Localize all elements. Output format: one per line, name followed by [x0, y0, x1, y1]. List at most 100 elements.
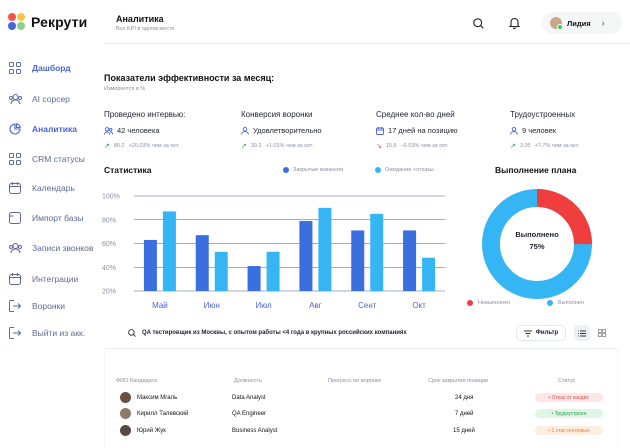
x-tick-label: Сент [358, 301, 377, 310]
bar [299, 220, 313, 291]
legend-item: Ожидание +отказы [375, 167, 434, 173]
sidebar-item-calls[interactable]: Записи звонков [8, 238, 104, 258]
bar [351, 230, 365, 291]
kpi-trend-value: 3.05 [519, 143, 531, 149]
sidebar-item-label: Интеграции [32, 274, 79, 284]
sidebar-item-import[interactable]: Импорт базы [8, 208, 104, 228]
search-button[interactable] [467, 12, 489, 34]
plan-title: Выполнение плана [495, 165, 577, 175]
logo-icon [8, 13, 25, 30]
y-tick-label: 60% [102, 241, 116, 248]
list-view-button[interactable] [574, 325, 590, 341]
sidebar-item-dashboard[interactable]: Дашборд [8, 58, 104, 78]
calendar-icon [8, 181, 22, 195]
stats-title: Статистика [104, 165, 152, 175]
kpi-trend-value: 15.5 [385, 143, 397, 149]
table-header-progress: Прогресс по воронке [328, 378, 382, 384]
x-tick-label: Июл [255, 301, 272, 310]
plan-legend-item: Выполнен [547, 300, 584, 306]
y-tick-label: 20% [102, 289, 116, 296]
kpi-trend-value: 80.2 [113, 143, 125, 149]
sidebar-item-label: CRM статусы [32, 154, 85, 164]
bar [422, 257, 436, 291]
sidebar-item-label: Записи звонков [32, 243, 94, 253]
status-badge: • Трудоустроен [535, 409, 603, 418]
grid-icon [8, 152, 22, 166]
legend-dot [375, 167, 381, 173]
pie-chart-icon [8, 122, 22, 136]
sidebar-item-ai-sourcer[interactable]: AI сорсер [8, 89, 104, 109]
candidate-name[interactable]: Максим Мгаль [137, 395, 177, 401]
candidate-deadline: 15 дней [453, 428, 475, 434]
bar [214, 251, 228, 291]
user-icon [241, 126, 249, 135]
legend-label: Ожидание +отказы [385, 167, 434, 173]
sidebar-item-label: Воронки [32, 301, 66, 311]
calendar-icon [8, 272, 22, 286]
kpi-trend-text: +7.7% чем за окт. [534, 143, 580, 149]
avatar [120, 425, 131, 436]
bar [162, 211, 176, 291]
user-name: Лидия [567, 18, 591, 28]
sidebar-item-label: Аналитика [32, 124, 77, 134]
candidate-name[interactable]: Кирилл Талевский [137, 411, 188, 417]
legend-label: Невыполнен [478, 300, 511, 306]
folder-icon [8, 211, 22, 225]
kpi-value: 17 дней на позицию [388, 126, 458, 135]
notifications-button[interactable] [503, 12, 525, 34]
header: Аналитика Все KPI в одном месте Лидия › [104, 0, 630, 44]
kpi-card: Трудоустроенных 9 человек ↗ 3.05 +7.7% ч… [510, 110, 620, 150]
x-tick-label: Окт [412, 301, 426, 310]
users-icon [104, 126, 113, 135]
candidate-position: QA Engineer [232, 411, 267, 417]
bar [195, 235, 209, 291]
kpi-name: Конверсия воронки [241, 110, 313, 119]
status-badge: • 1 этап интервью [535, 426, 603, 435]
x-tick-label: Авг [309, 301, 322, 310]
user-menu[interactable]: Лидия › [542, 12, 622, 34]
plan-legend-item: Невыполнен [467, 300, 510, 306]
kpi-name: Среднее кол-во дней [376, 110, 455, 119]
bar [247, 266, 261, 291]
y-tick-label: 40% [102, 265, 116, 272]
sidebar-item-label: AI сорсер [32, 94, 70, 104]
kpi-trend-text: +1.01% чем за окт. [265, 143, 314, 149]
table-header-name: ФИО Кандидата [116, 378, 158, 384]
filter-button[interactable]: Фильтр [516, 325, 566, 341]
bar [370, 213, 384, 291]
sidebar-item-label: Дашборд [32, 63, 71, 73]
sidebar-item-integrations[interactable]: Интеграции [8, 269, 104, 289]
sidebar-item-analytics[interactable]: Аналитика [8, 119, 104, 139]
kpi-name: Трудоустроенных [510, 110, 576, 119]
bar [266, 251, 280, 291]
grid-view-button[interactable] [594, 325, 610, 341]
sidebar-item-funnels[interactable]: Воронки [8, 296, 104, 316]
legend-dot [547, 300, 553, 306]
sidebar-item-crm[interactable]: CRM статусы [8, 149, 104, 169]
search-icon [472, 17, 484, 29]
filter-icon [523, 330, 532, 336]
arrow-down-icon: ↘ [376, 143, 382, 150]
kpi-title: Показатели эффективности за месяц: [104, 73, 275, 83]
candidate-position: Business Analyst [232, 428, 278, 434]
sidebar-item-calendar[interactable]: Календарь [8, 178, 104, 198]
kpi-card: Проведено интервью: 42 человека ↗ 80.2 +… [104, 110, 234, 150]
logo-text: Рекрути [31, 13, 88, 30]
user-icon [510, 126, 518, 135]
kpi-value: 42 человека [117, 126, 160, 135]
users-icon [8, 241, 22, 255]
sidebar-item-label: Импорт базы [32, 213, 84, 223]
page-subtitle: Все KPI в одном месте [116, 26, 175, 32]
logo[interactable]: Рекрути [8, 13, 87, 30]
y-tick-label: 80% [102, 217, 116, 224]
sidebar-item-logout[interactable]: Выйти из акк. [8, 323, 104, 343]
table-header-deadline: Срок закрытия позиции [428, 378, 488, 384]
grid-icon [8, 61, 22, 75]
avatar [550, 17, 563, 30]
kpi-trend-value: 30.2 [250, 143, 262, 149]
donut-center-value: 75% [529, 242, 545, 251]
candidate-name[interactable]: Юрий Жук [137, 428, 166, 434]
kpi-value: Удовлетворительно [253, 126, 322, 135]
legend-item: Закрытые вакансии [283, 167, 343, 173]
search-icon [128, 329, 136, 337]
